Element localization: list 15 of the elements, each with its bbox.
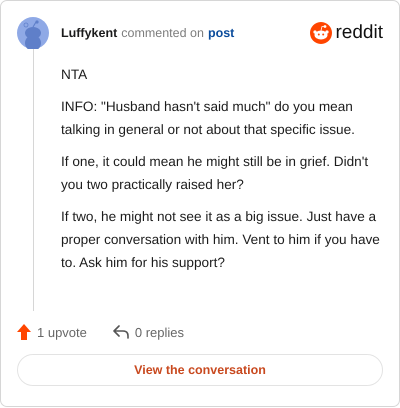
reply-icon <box>112 325 129 339</box>
view-conversation-button[interactable]: View the conversation <box>17 354 383 386</box>
post-link[interactable]: post <box>208 26 234 40</box>
comment-paragraph: If one, it could mean he might still be in grief. Didn't you two practically raised her? <box>61 153 370 194</box>
action-text: commented on <box>121 26 204 40</box>
upvote-count: 1 upvote <box>37 324 87 340</box>
author-name[interactable]: Luffykent <box>61 26 118 40</box>
brand-name: reddit <box>335 22 383 44</box>
upvote-icon <box>17 324 31 340</box>
reply-count: 0 replies <box>134 324 184 340</box>
comment-paragraph: NTA <box>61 66 88 84</box>
comment-paragraph: If two, he might not see it as a big issue. Just have a proper conversation with him. Vent to him if you have to. Ask him for his support? <box>61 208 381 272</box>
comment-paragraph: INFO: "Husband hasn't said much" do you mean talking in general or not about that specific issue. <box>61 98 356 139</box>
avatar-icon <box>17 17 49 49</box>
reddit-logo-icon <box>310 22 332 44</box>
